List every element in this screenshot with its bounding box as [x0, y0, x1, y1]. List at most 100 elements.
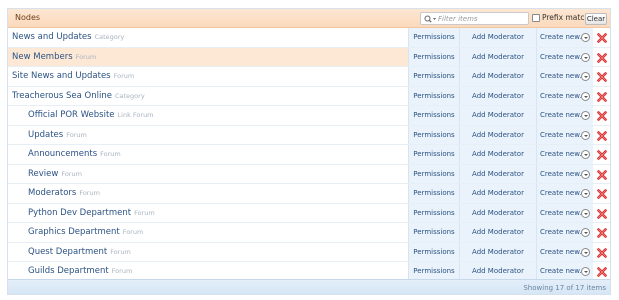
- create-new-label[interactable]: Create new...: [540, 248, 586, 256]
- delete-icon[interactable]: [597, 91, 607, 102]
- create-new-label[interactable]: Create new...: [540, 111, 586, 119]
- node-title[interactable]: Moderators: [28, 188, 76, 198]
- delete-icon[interactable]: [597, 130, 607, 141]
- node-link[interactable]: News and Updates Category: [12, 32, 124, 42]
- filter-search-icon[interactable]: [424, 15, 437, 23]
- chevron-down-icon[interactable]: [581, 130, 590, 140]
- node-title[interactable]: Graphics Department: [28, 227, 120, 237]
- create-new-menu[interactable]: Create new...: [536, 28, 593, 47]
- chevron-down-icon[interactable]: [581, 169, 590, 179]
- create-new-menu[interactable]: Create new...: [536, 47, 593, 66]
- create-new-menu[interactable]: Create new...: [536, 223, 593, 242]
- add-moderator-link[interactable]: Add Moderator: [459, 242, 536, 261]
- add-moderator-link[interactable]: Add Moderator: [459, 184, 536, 203]
- create-new-label[interactable]: Create new...: [540, 209, 586, 217]
- delete-icon[interactable]: [597, 228, 607, 238]
- create-new-menu[interactable]: Create new...: [536, 125, 593, 144]
- chevron-down-icon[interactable]: [581, 91, 590, 101]
- create-new-menu[interactable]: Create new...: [536, 145, 593, 164]
- create-new-label[interactable]: Create new...: [540, 170, 586, 178]
- create-new-label[interactable]: Create new...: [540, 150, 586, 158]
- node-link[interactable]: Official POR Website Link Forum: [28, 110, 154, 120]
- permissions-link[interactable]: Permissions: [408, 184, 459, 203]
- node-title[interactable]: Official POR Website: [28, 110, 115, 120]
- node-title[interactable]: Guilds Department: [28, 266, 109, 276]
- add-moderator-link[interactable]: Add Moderator: [459, 125, 536, 144]
- filter-input[interactable]: [438, 13, 526, 24]
- permissions-link[interactable]: Permissions: [408, 28, 459, 47]
- filter-box[interactable]: [420, 12, 529, 25]
- node-title[interactable]: Announcements: [28, 149, 97, 159]
- add-moderator-link[interactable]: Add Moderator: [459, 86, 536, 105]
- add-moderator-link[interactable]: Add Moderator: [459, 47, 536, 66]
- node-link[interactable]: Graphics Department Forum: [28, 227, 143, 237]
- permissions-link[interactable]: Permissions: [408, 242, 459, 261]
- create-new-label[interactable]: Create new...: [540, 72, 586, 80]
- node-title[interactable]: New Members: [12, 52, 73, 62]
- node-link[interactable]: Site News and Updates Forum: [12, 71, 134, 81]
- add-moderator-link[interactable]: Add Moderator: [459, 67, 536, 86]
- permissions-link[interactable]: Permissions: [408, 106, 459, 125]
- node-link[interactable]: Announcements Forum: [28, 149, 121, 159]
- node-link[interactable]: Quest Department Forum: [28, 247, 131, 257]
- chevron-down-icon[interactable]: [581, 52, 590, 62]
- add-moderator-link[interactable]: Add Moderator: [459, 106, 536, 125]
- node-link[interactable]: Review Forum: [28, 169, 82, 179]
- permissions-link[interactable]: Permissions: [408, 86, 459, 105]
- node-title[interactable]: Updates: [28, 130, 63, 140]
- delete-icon[interactable]: [597, 150, 607, 160]
- create-new-menu[interactable]: Create new...: [536, 86, 593, 105]
- add-moderator-link[interactable]: Add Moderator: [459, 262, 536, 281]
- create-new-menu[interactable]: Create new...: [536, 67, 593, 86]
- node-link[interactable]: Guilds Department Forum: [28, 266, 132, 276]
- node-title[interactable]: Review: [28, 169, 58, 179]
- delete-icon[interactable]: [597, 208, 607, 219]
- node-link[interactable]: Moderators Forum: [28, 188, 100, 198]
- add-moderator-link[interactable]: Add Moderator: [459, 145, 536, 164]
- add-moderator-link[interactable]: Add Moderator: [459, 28, 536, 47]
- create-new-menu[interactable]: Create new...: [536, 184, 593, 203]
- node-title[interactable]: Site News and Updates: [12, 71, 111, 81]
- prefix-match-toggle[interactable]: Prefix match: [532, 13, 589, 22]
- permissions-link[interactable]: Permissions: [408, 145, 459, 164]
- create-new-menu[interactable]: Create new...: [536, 262, 593, 281]
- add-moderator-link[interactable]: Add Moderator: [459, 203, 536, 222]
- permissions-link[interactable]: Permissions: [408, 47, 459, 66]
- chevron-down-icon[interactable]: [581, 189, 590, 198]
- permissions-link[interactable]: Permissions: [408, 125, 459, 144]
- chevron-down-icon[interactable]: [581, 111, 590, 120]
- chevron-down-icon[interactable]: [581, 267, 590, 276]
- create-new-label[interactable]: Create new...: [540, 267, 586, 275]
- delete-icon[interactable]: [597, 52, 607, 63]
- delete-icon[interactable]: [597, 72, 607, 82]
- chevron-down-icon[interactable]: [581, 228, 590, 237]
- create-new-label[interactable]: Create new...: [540, 189, 586, 197]
- create-new-menu[interactable]: Create new...: [536, 242, 593, 261]
- create-new-label[interactable]: Create new...: [540, 92, 586, 100]
- chevron-down-icon[interactable]: [581, 247, 590, 257]
- chevron-down-icon[interactable]: [581, 72, 590, 81]
- clear-button[interactable]: Clear: [585, 13, 607, 25]
- create-new-menu[interactable]: Create new...: [536, 106, 593, 125]
- node-title[interactable]: Treacherous Sea Online: [12, 91, 112, 101]
- chevron-down-icon[interactable]: [581, 33, 590, 42]
- node-title[interactable]: News and Updates: [12, 32, 92, 42]
- add-moderator-link[interactable]: Add Moderator: [459, 164, 536, 183]
- create-new-label[interactable]: Create new...: [540, 33, 586, 41]
- delete-icon[interactable]: [597, 111, 607, 121]
- node-link[interactable]: Treacherous Sea Online Category: [12, 91, 145, 101]
- create-new-label[interactable]: Create new...: [540, 53, 586, 61]
- node-link[interactable]: Updates Forum: [28, 130, 87, 140]
- permissions-link[interactable]: Permissions: [408, 164, 459, 183]
- node-link[interactable]: Python Dev Department Forum: [28, 208, 155, 218]
- node-title[interactable]: Python Dev Department: [28, 208, 131, 218]
- permissions-link[interactable]: Permissions: [408, 67, 459, 86]
- create-new-label[interactable]: Create new...: [540, 131, 586, 139]
- create-new-label[interactable]: Create new...: [540, 228, 586, 236]
- permissions-link[interactable]: Permissions: [408, 223, 459, 242]
- node-title[interactable]: Quest Department: [28, 247, 107, 257]
- add-moderator-link[interactable]: Add Moderator: [459, 223, 536, 242]
- permissions-link[interactable]: Permissions: [408, 262, 459, 281]
- node-link[interactable]: New Members Forum: [12, 52, 96, 62]
- permissions-link[interactable]: Permissions: [408, 203, 459, 222]
